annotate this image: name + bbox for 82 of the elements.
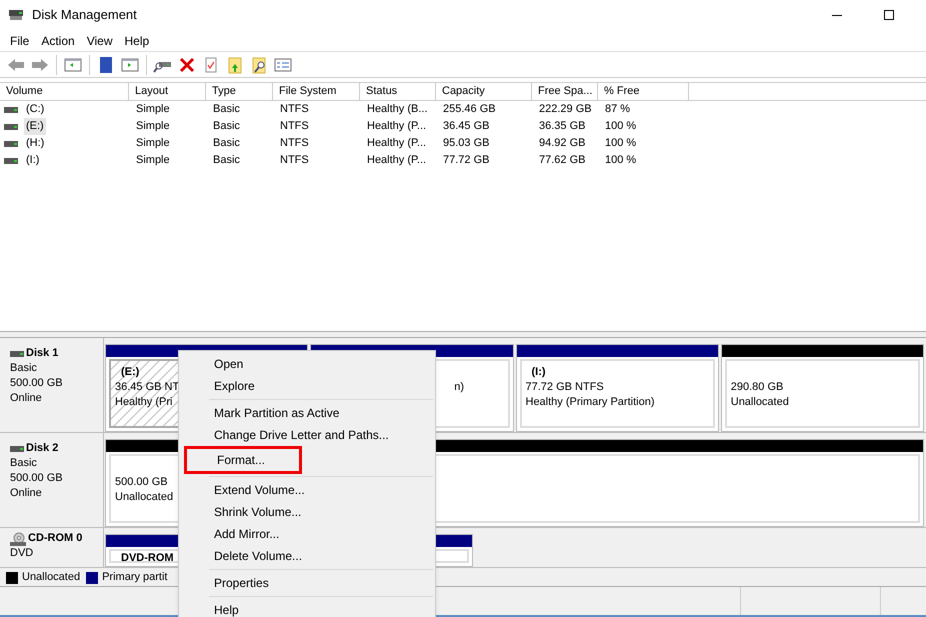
- partition-detail: Healthy (Primary Partition): [526, 395, 654, 410]
- menu-item[interactable]: Help: [118, 32, 156, 50]
- table-cell-text: 100 %: [604, 136, 638, 152]
- partition-detail: 290.80 GB: [730, 380, 784, 395]
- table-cell-text: Basic: [212, 102, 241, 118]
- menu-item[interactable]: Open: [179, 353, 244, 375]
- partition-detail: Unallocated: [730, 395, 789, 410]
- table-cell-text: Healthy (P...: [366, 119, 428, 134]
- disk-detail: 500.00 GB: [10, 376, 64, 391]
- table-cell-text: NTFS: [279, 102, 310, 118]
- table-cell-text: Basic: [212, 153, 241, 168]
- table-cell[interactable]: (H:): [24, 135, 46, 152]
- drive-icon: [4, 156, 18, 164]
- table-cell-text: 100 %: [604, 153, 638, 168]
- table-cell-text: 222.29 GB: [538, 102, 593, 118]
- drive-icon: [10, 444, 24, 452]
- table-cell-text: NTFS: [279, 136, 310, 152]
- partition-label: DVD-ROM: [121, 551, 174, 561]
- partition-label: (I:): [532, 365, 546, 380]
- partition-detail: Healthy (Pri: [115, 395, 172, 410]
- table-cell-text: NTFS: [279, 119, 310, 134]
- disk-detail: Basic: [10, 361, 38, 376]
- maximize-icon[interactable]: [884, 10, 894, 20]
- disk-name: CD-ROM 0: [28, 531, 82, 546]
- disk-detail: DVD: [10, 546, 34, 561]
- table-cell-text: Healthy (B...: [366, 102, 429, 118]
- partition-detail: 77.72 GB NTFS: [526, 380, 604, 395]
- disc-drive-icon: [10, 532, 26, 546]
- table-cell-text: Simple: [135, 136, 171, 152]
- partition-block[interactable]: (I:) 77.72 GB NTFS Healthy (Primary Partition): [516, 344, 719, 432]
- drive-icon: [4, 106, 18, 114]
- menu-item[interactable]: Mark Partition as Active: [179, 402, 340, 424]
- menu-item[interactable]: View: [80, 32, 118, 50]
- table-cell-text: 77.62 GB: [538, 153, 586, 168]
- partition-detail: Unallocated: [115, 490, 174, 505]
- partition-block[interactable]: 290.80 GB Unallocated: [720, 344, 924, 432]
- disk-detail: 500.00 GB: [10, 471, 64, 486]
- table-cell-text: 87 %: [604, 102, 632, 118]
- menu-item[interactable]: Extend Volume...: [179, 479, 305, 501]
- table-cell-text: Simple: [135, 102, 171, 118]
- table-cell-text: 36.35 GB: [538, 119, 586, 134]
- menu-item[interactable]: File: [4, 32, 36, 50]
- legend-label: Primary partit: [102, 570, 168, 586]
- drive-icon: [10, 350, 24, 358]
- table-cell[interactable]: (C:): [24, 101, 46, 118]
- table-cell-text: Healthy (P...: [366, 136, 428, 152]
- partition-detail: 36.45 GB NT: [115, 380, 180, 395]
- disk-detail: Online: [10, 486, 43, 501]
- minimize-icon[interactable]: [832, 14, 842, 16]
- disk-detail: Basic: [10, 456, 38, 471]
- table-cell-text: 36.45 GB: [442, 119, 490, 134]
- table-cell-text: NTFS: [279, 153, 310, 168]
- table-cell-text: 77.72 GB: [442, 153, 490, 168]
- legend-label: Unallocated: [22, 570, 80, 586]
- menu-item[interactable]: Delete Volume...: [179, 545, 302, 567]
- menu-item[interactable]: Action: [35, 32, 81, 50]
- disk-name: Disk 1: [26, 346, 58, 361]
- table-cell-text: 94.92 GB: [538, 136, 586, 152]
- menu-item[interactable]: Properties: [179, 572, 269, 594]
- drive-icon: [4, 122, 18, 130]
- table-cell[interactable]: (E:): [24, 118, 46, 135]
- menu-item[interactable]: Format...: [184, 446, 302, 474]
- menu-item[interactable]: Help: [179, 599, 239, 617]
- disk-name: Disk 2: [26, 441, 58, 456]
- menu-item[interactable]: Explore: [179, 375, 255, 397]
- table-cell-text: Simple: [135, 153, 171, 168]
- partition-detail: n): [454, 380, 464, 395]
- table-cell-text: 95.03 GB: [442, 136, 490, 152]
- disk-icon: [8, 8, 24, 22]
- table-cell[interactable]: (I:): [24, 152, 42, 169]
- table-cell-text: Simple: [135, 119, 171, 134]
- table-cell-text: 100 %: [604, 119, 638, 134]
- table-cell-text: Basic: [212, 119, 241, 134]
- partition-detail: 500.00 GB: [115, 475, 168, 490]
- table-cell-text: Healthy (P...: [366, 153, 428, 168]
- table-cell-text: 255.46 GB: [442, 102, 497, 118]
- drive-icon: [4, 140, 18, 148]
- menu-item[interactable]: Shrink Volume...: [179, 501, 302, 523]
- table-cell-text: Basic: [212, 136, 241, 152]
- disk-detail: Online: [10, 391, 43, 406]
- window-title: Disk Management: [32, 6, 137, 24]
- partition-label: (E:): [121, 365, 140, 380]
